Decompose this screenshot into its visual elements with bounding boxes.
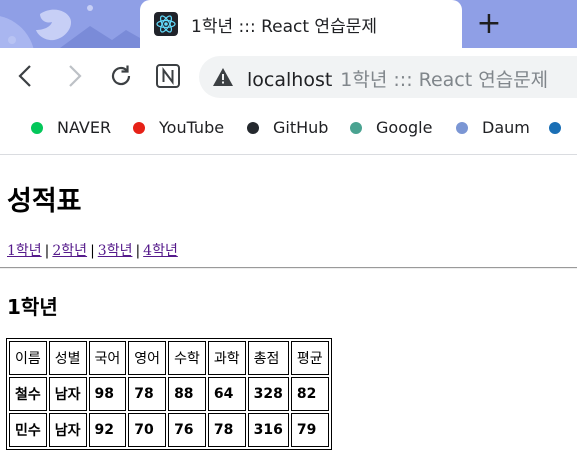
bookmark-youtube[interactable]: YouTube [133, 118, 224, 140]
table-cell: 82 [290, 377, 329, 411]
page-title: 성적표 [7, 186, 82, 217]
bookmark-label: GitHub [273, 118, 329, 137]
naver-icon [31, 121, 43, 134]
divider [0, 267, 577, 269]
address-bar[interactable]: localhost 1학년 ::: React 연습문제 [199, 56, 577, 98]
bookmark-label: Daum [482, 118, 530, 137]
table-cell: 남자 [48, 377, 87, 411]
page-content: 성적표 1학년 | 2학년 | 3학년 | 4학년 1학년 이름 성별 국어 영어 수학 과… [0, 155, 577, 472]
grade-nav: 1학년 | 2학년 | 3학년 | 4학년 [7, 240, 178, 260]
column-header: 이름 [9, 341, 47, 375]
table-cell: 78 [207, 413, 246, 447]
column-header: 수학 [168, 341, 206, 375]
theme-illustration [0, 5, 140, 48]
reload-icon[interactable] [105, 60, 137, 92]
table-cell: 92 [88, 413, 127, 447]
table-cell: 64 [207, 377, 246, 411]
react-logo-icon [154, 12, 178, 36]
table-cell: 남자 [48, 413, 87, 447]
table-cell: 70 [128, 413, 167, 447]
column-header: 과학 [207, 341, 246, 375]
extension-n-icon[interactable] [152, 60, 184, 92]
section-title: 1학년 [7, 295, 58, 319]
url-text: localhost 1학년 ::: React 연습문제 [247, 65, 548, 92]
not-secure-warning-icon[interactable] [212, 66, 234, 92]
table-cell: 76 [168, 413, 206, 447]
google-icon [350, 121, 362, 134]
bookmark-google[interactable]: Google [350, 118, 432, 140]
link-separator: | [135, 243, 141, 259]
bookmark-overflow[interactable] [549, 118, 575, 140]
url-page-title: 1학년 ::: React 연습문제 [340, 69, 549, 91]
table-header-row: 이름 성별 국어 영어 수학 과학 총점 평균 [9, 341, 329, 375]
table-row: 민수 남자 92 70 76 78 316 79 [9, 413, 329, 447]
table-cell: 79 [290, 413, 329, 447]
grade-link-4[interactable]: 4학년 [143, 243, 178, 259]
bookmark-github[interactable]: GitHub [247, 118, 328, 140]
bookmark-daum[interactable]: Daum [456, 118, 530, 140]
browser-toolbar: localhost 1학년 ::: React 연습문제 [0, 48, 577, 104]
table-cell: 316 [247, 413, 289, 447]
bookmark-naver[interactable]: NAVER [31, 118, 111, 140]
table-cell: 78 [128, 377, 167, 411]
column-header: 성별 [48, 341, 87, 375]
url-host: localhost [247, 69, 333, 91]
grade-link-2[interactable]: 2학년 [52, 243, 87, 259]
bookmark-icon [549, 121, 561, 134]
link-separator: | [44, 243, 50, 259]
daum-icon [456, 121, 468, 134]
table-row: 철수 남자 98 78 88 64 328 82 [9, 377, 329, 411]
forward-icon[interactable] [58, 60, 90, 92]
youtube-icon [133, 121, 145, 134]
link-separator: | [90, 243, 95, 259]
table-cell: 98 [88, 377, 127, 411]
table-cell: 328 [247, 377, 289, 411]
bookmark-label: NAVER [57, 118, 112, 137]
tab-title: 1학년 ::: React 연습문제 [191, 17, 377, 37]
column-header: 평균 [290, 341, 329, 375]
bookmark-label: YouTube [159, 118, 225, 137]
new-tab-button[interactable]: + [474, 8, 504, 40]
active-tab[interactable]: 1학년 ::: React 연습문제 [140, 0, 462, 48]
bookmarks-bar: NAVER YouTube GitHub Google Daum [0, 104, 577, 155]
bookmark-label: Google [376, 118, 433, 137]
table-cell: 88 [168, 377, 206, 411]
column-header: 총점 [247, 341, 289, 375]
column-header: 국어 [88, 341, 127, 375]
score-table: 이름 성별 국어 영어 수학 과학 총점 평균 철수 남자 98 78 88 6… [6, 338, 332, 450]
column-header: 영어 [128, 341, 167, 375]
github-icon [247, 121, 259, 134]
tab-strip: 1학년 ::: React 연습문제 + [0, 0, 577, 48]
grade-link-3[interactable]: 3학년 [98, 243, 133, 259]
table-cell: 민수 [9, 413, 47, 447]
back-icon[interactable] [10, 60, 42, 92]
grade-link-1[interactable]: 1학년 [7, 243, 42, 259]
table-cell: 철수 [9, 377, 47, 411]
